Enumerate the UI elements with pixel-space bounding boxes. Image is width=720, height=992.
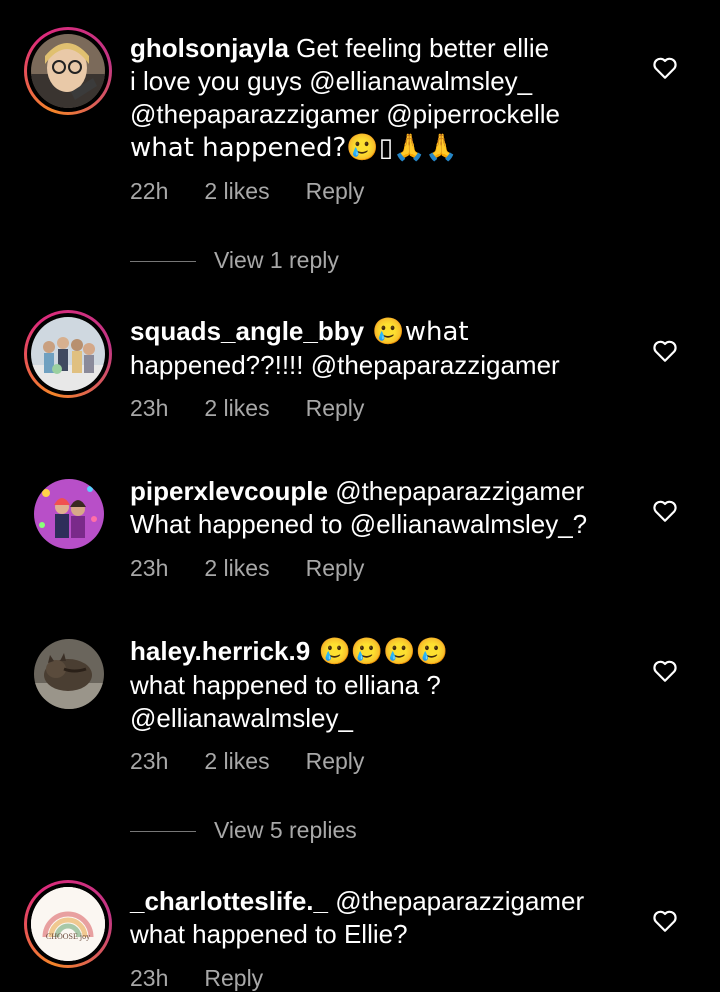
likes-count[interactable]: 2 likes <box>204 555 269 581</box>
likes-count[interactable]: 2 likes <box>204 178 269 204</box>
comment-body: @thepaparazzigamer <box>327 476 585 506</box>
view-replies-button[interactable]: View 1 reply <box>130 247 339 274</box>
comment-meta: 23h Reply <box>130 965 299 992</box>
username[interactable]: squads_angle_bby <box>130 316 364 346</box>
divider-line <box>130 261 196 263</box>
comment-body: Get feeling better ellie <box>288 33 550 63</box>
comment-meta: 23h 2 likes Reply <box>130 748 400 775</box>
comment-meta: 23h 2 likes Reply <box>130 555 400 582</box>
comment-body: what happened?🥲▯🙏🙏 <box>130 133 458 163</box>
avatar-story-ring[interactable]: CHOOSE joy <box>24 880 112 968</box>
avatar-story-ring[interactable] <box>24 310 112 398</box>
comment-body: What happened to @ellianawalmsley_? <box>130 509 588 539</box>
reply-button[interactable]: Reply <box>306 178 365 204</box>
reply-button[interactable]: Reply <box>306 748 365 774</box>
comment-body: happened??!!!! @thepaparazzigamer <box>130 350 560 380</box>
comment-body: @thepaparazzigamer <box>327 886 585 916</box>
view-replies-label: View 5 replies <box>214 817 357 843</box>
heart-outline-icon[interactable] <box>652 339 678 363</box>
likes-count[interactable]: 2 likes <box>204 748 269 774</box>
comment-meta: 22h 2 likes Reply <box>130 178 400 205</box>
username[interactable]: _charlotteslife._ <box>130 886 328 916</box>
comment-body: @thepaparazzigamer @piperrockelle <box>130 99 560 129</box>
avatar-story-ring[interactable] <box>24 27 112 115</box>
timestamp: 23h <box>130 748 169 774</box>
avatar[interactable] <box>34 639 104 709</box>
username[interactable]: haley.herrick.9 <box>130 636 310 666</box>
comment-text: gholsonjayla Get feeling better ellie i … <box>130 32 610 165</box>
avatar: CHOOSE joy <box>31 887 105 961</box>
view-replies-button[interactable]: View 5 replies <box>130 817 357 844</box>
comment-text: haley.herrick.9 🥲🥲🥲🥲 what happened to el… <box>130 635 610 735</box>
reply-button[interactable]: Reply <box>306 395 365 421</box>
timestamp: 22h <box>130 178 169 204</box>
avatar[interactable] <box>34 479 104 549</box>
avatar <box>31 34 105 108</box>
comment-text: squads_angle_bby 🥲what happened??!!!! @t… <box>130 315 610 382</box>
comment-body: 🥲🥲🥲🥲 <box>310 637 448 667</box>
timestamp: 23h <box>130 395 169 421</box>
likes-count[interactable]: 2 likes <box>204 395 269 421</box>
username[interactable]: piperxlevcouple <box>130 476 328 506</box>
comment-body: what happened to Ellie? <box>130 919 408 949</box>
reply-button[interactable]: Reply <box>306 555 365 581</box>
heart-outline-icon[interactable] <box>652 659 678 683</box>
avatar <box>31 317 105 391</box>
timestamp: 23h <box>130 965 169 991</box>
comment-text: _charlotteslife._ @thepaparazzigamer wha… <box>130 885 610 951</box>
comment-text: piperxlevcouple @thepaparazzigamer What … <box>130 475 610 541</box>
divider-line <box>130 831 196 833</box>
timestamp: 23h <box>130 555 169 581</box>
comment-meta: 23h 2 likes Reply <box>130 395 400 422</box>
comment-body: i love you guys @ellianawalmsley_ <box>130 66 533 96</box>
heart-outline-icon[interactable] <box>652 499 678 523</box>
username[interactable]: gholsonjayla <box>130 33 289 63</box>
reply-button[interactable]: Reply <box>204 965 263 991</box>
comment-body: what happened to elliana ? <box>130 670 441 700</box>
view-replies-label: View 1 reply <box>214 247 339 273</box>
heart-outline-icon[interactable] <box>652 56 678 80</box>
comment-body: 🥲what <box>364 317 469 347</box>
comment-body: @ellianawalmsley_ <box>130 703 353 733</box>
avatar-logo-text: CHOOSE joy <box>46 932 90 941</box>
heart-outline-icon[interactable] <box>652 909 678 933</box>
